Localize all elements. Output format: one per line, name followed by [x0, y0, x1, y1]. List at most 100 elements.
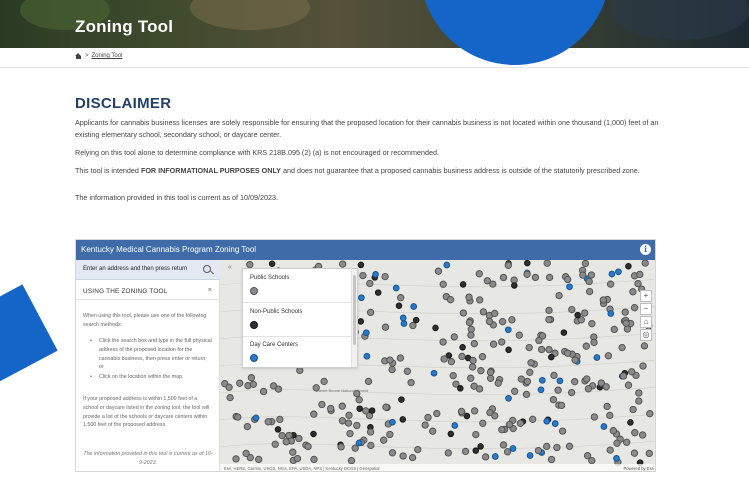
- public-school-marker[interactable]: [579, 271, 587, 279]
- day-care-marker[interactable]: [392, 284, 400, 292]
- public-school-marker[interactable]: [366, 428, 375, 436]
- breadcrumb-link[interactable]: Zoning Tool: [92, 53, 123, 59]
- day-care-marker[interactable]: [372, 271, 379, 278]
- public-school-marker[interactable]: [618, 343, 626, 352]
- public-school-marker[interactable]: [327, 404, 335, 413]
- day-care-marker[interactable]: [355, 439, 363, 447]
- public-school-marker[interactable]: [243, 422, 252, 431]
- public-school-marker[interactable]: [535, 336, 543, 345]
- public-school-marker[interactable]: [527, 359, 535, 367]
- non-public-school-marker[interactable]: [511, 282, 518, 289]
- public-school-marker[interactable]: [498, 318, 507, 326]
- public-school-marker[interactable]: [274, 385, 283, 393]
- public-school-marker[interactable]: [458, 352, 466, 361]
- public-school-marker[interactable]: [624, 381, 633, 389]
- public-school-marker[interactable]: [403, 367, 412, 375]
- public-school-marker[interactable]: [232, 455, 240, 463]
- public-school-marker[interactable]: [522, 390, 531, 399]
- public-school-marker[interactable]: [347, 457, 356, 465]
- public-school-marker[interactable]: [557, 401, 566, 410]
- public-school-marker[interactable]: [508, 316, 516, 324]
- public-school-marker[interactable]: [547, 455, 556, 464]
- public-school-marker[interactable]: [296, 366, 304, 375]
- public-school-marker[interactable]: [603, 402, 611, 411]
- non-public-school-marker[interactable]: [457, 385, 464, 392]
- public-school-marker[interactable]: [318, 400, 326, 409]
- public-school-marker[interactable]: [353, 421, 361, 430]
- non-public-school-marker[interactable]: [459, 281, 467, 288]
- public-school-marker[interactable]: [585, 277, 593, 286]
- day-care-marker[interactable]: [556, 377, 564, 385]
- public-school-marker[interactable]: [485, 317, 494, 326]
- public-school-marker[interactable]: [465, 293, 473, 301]
- public-school-marker[interactable]: [472, 430, 480, 439]
- non-public-school-marker[interactable]: [459, 344, 466, 351]
- public-school-marker[interactable]: [619, 372, 628, 380]
- public-school-marker[interactable]: [225, 383, 233, 391]
- public-school-marker[interactable]: [449, 372, 457, 380]
- public-school-marker[interactable]: [635, 389, 643, 397]
- public-school-marker[interactable]: [337, 443, 345, 451]
- non-public-school-marker[interactable]: [524, 260, 531, 267]
- legend-scroll-thumb[interactable]: [353, 275, 356, 345]
- public-school-marker[interactable]: [525, 343, 533, 352]
- public-school-marker[interactable]: [581, 309, 589, 317]
- public-school-marker[interactable]: [486, 368, 495, 376]
- public-school-marker[interactable]: [359, 271, 367, 280]
- day-care-marker[interactable]: [491, 453, 499, 460]
- non-public-school-marker[interactable]: [395, 302, 403, 309]
- public-school-marker[interactable]: [338, 402, 346, 410]
- non-public-school-marker[interactable]: [374, 289, 382, 296]
- public-school-marker[interactable]: [278, 431, 286, 440]
- non-public-school-marker[interactable]: [432, 324, 439, 332]
- non-public-school-marker[interactable]: [357, 261, 365, 269]
- non-public-school-marker[interactable]: [398, 396, 405, 403]
- public-school-marker[interactable]: [543, 442, 551, 451]
- non-public-school-marker[interactable]: [268, 260, 276, 267]
- public-school-marker[interactable]: [606, 280, 615, 288]
- public-school-marker[interactable]: [249, 380, 257, 388]
- info-icon[interactable]: i: [640, 244, 651, 255]
- public-school-marker[interactable]: [461, 447, 470, 456]
- day-care-marker[interactable]: [600, 423, 608, 430]
- public-school-marker[interactable]: [386, 430, 394, 439]
- public-school-marker[interactable]: [630, 449, 639, 457]
- public-school-marker[interactable]: [635, 397, 643, 405]
- public-school-marker[interactable]: [505, 420, 514, 429]
- public-school-marker[interactable]: [629, 288, 637, 296]
- public-school-marker[interactable]: [447, 358, 456, 366]
- day-care-marker[interactable]: [505, 394, 512, 402]
- non-public-school-marker[interactable]: [627, 419, 634, 426]
- public-school-marker[interactable]: [381, 272, 389, 281]
- public-school-marker[interactable]: [439, 280, 447, 288]
- non-public-school-marker[interactable]: [477, 443, 484, 450]
- day-care-marker[interactable]: [613, 455, 620, 462]
- public-school-marker[interactable]: [590, 413, 599, 421]
- public-school-marker[interactable]: [545, 345, 553, 354]
- public-school-marker[interactable]: [599, 296, 607, 304]
- collapse-panel-icon[interactable]: «: [228, 264, 236, 274]
- non-public-school-marker[interactable]: [399, 416, 407, 423]
- public-school-marker[interactable]: [397, 294, 405, 302]
- public-school-marker[interactable]: [465, 318, 474, 327]
- non-public-school-marker[interactable]: [447, 430, 455, 438]
- public-school-marker[interactable]: [479, 419, 487, 427]
- non-public-school-marker[interactable]: [560, 329, 568, 336]
- day-care-marker[interactable]: [538, 376, 546, 384]
- day-care-marker[interactable]: [593, 354, 601, 361]
- day-care-marker[interactable]: [362, 329, 370, 337]
- day-care-marker[interactable]: [358, 294, 365, 302]
- public-school-marker[interactable]: [475, 270, 483, 278]
- public-school-marker[interactable]: [523, 270, 531, 278]
- public-school-marker[interactable]: [338, 417, 347, 425]
- public-school-marker[interactable]: [476, 296, 484, 304]
- public-school-marker[interactable]: [499, 441, 508, 449]
- public-school-marker[interactable]: [545, 315, 553, 324]
- public-school-marker[interactable]: [558, 427, 567, 435]
- day-care-marker[interactable]: [363, 352, 371, 360]
- day-care-marker[interactable]: [509, 445, 517, 452]
- public-school-marker[interactable]: [641, 260, 649, 267]
- non-public-school-marker[interactable]: [274, 426, 282, 433]
- public-school-marker[interactable]: [320, 377, 328, 386]
- public-school-marker[interactable]: [380, 436, 388, 444]
